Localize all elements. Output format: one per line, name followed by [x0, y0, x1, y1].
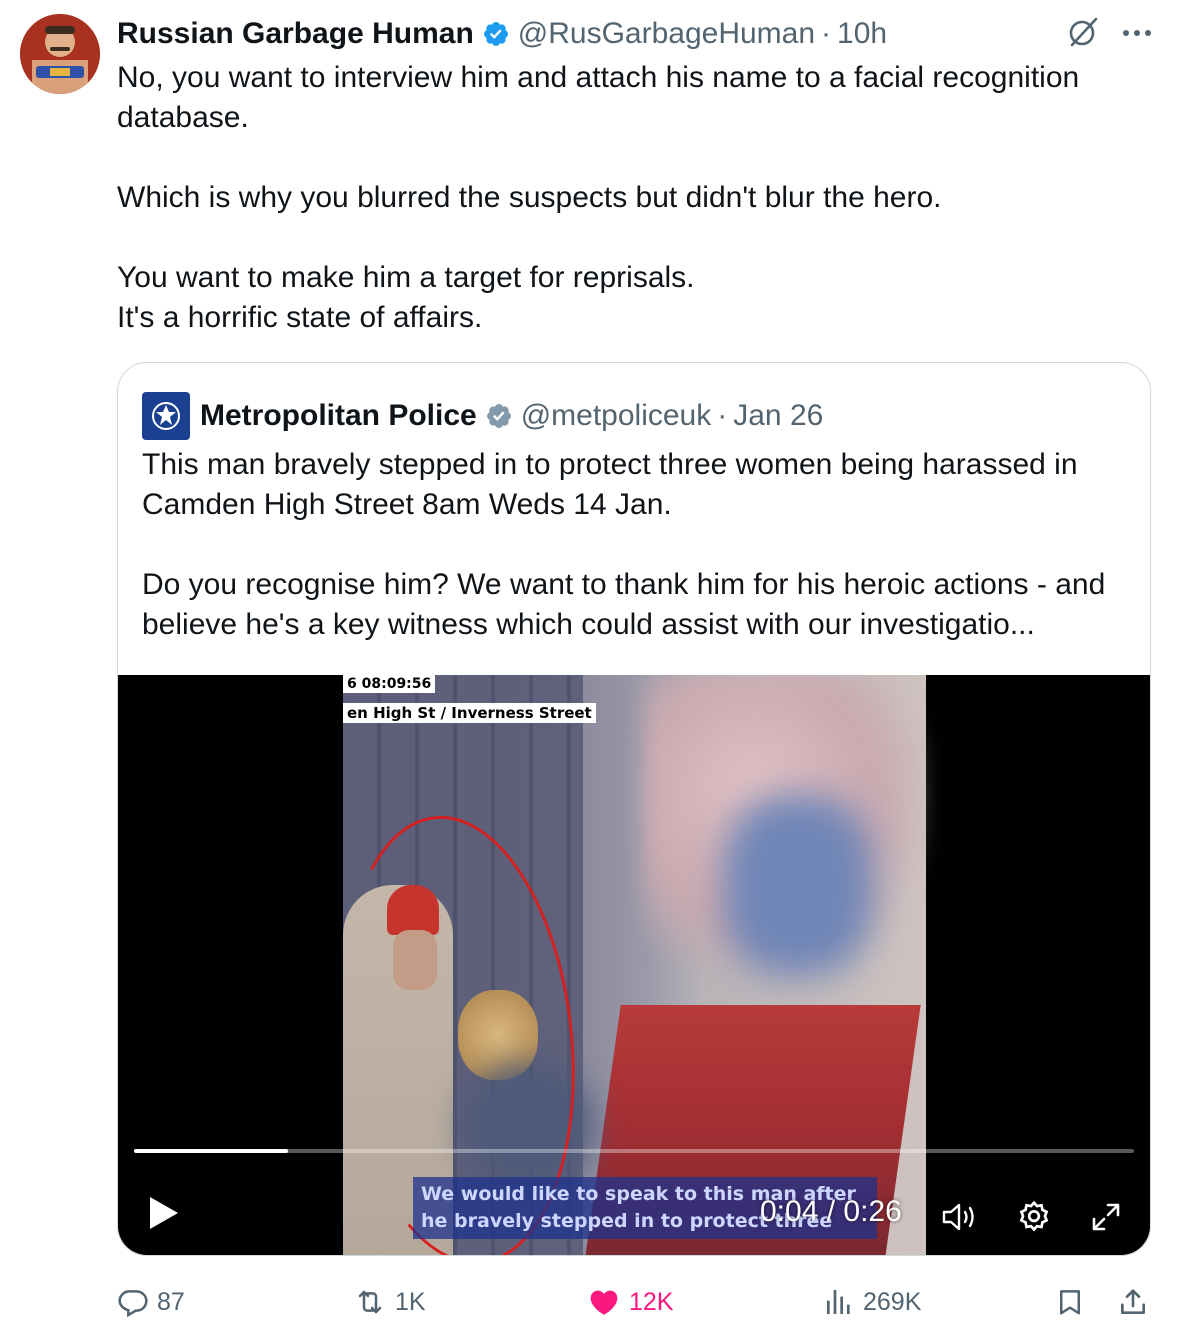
quoted-paragraph: This man bravely stepped in to protect t…: [142, 448, 1078, 521]
separator-dot: ·: [821, 17, 832, 50]
repost-button[interactable]: 1K: [353, 1282, 426, 1322]
author-name[interactable]: Russian Garbage Human: [117, 17, 474, 51]
author-avatar[interactable]: [20, 14, 100, 94]
share-button[interactable]: [1117, 1282, 1157, 1322]
views-button[interactable]: 269K: [823, 1282, 921, 1322]
tweet-paragraph: It's a horrific state of affairs.: [117, 301, 483, 334]
tweet-header: Russian Garbage Human @RusGarbageHuman ·…: [117, 14, 887, 54]
tweet-timestamp[interactable]: 10h: [837, 17, 887, 51]
quoted-tweet[interactable]: Metropolitan Police @metpoliceuk · Jan 2…: [117, 362, 1151, 1256]
bookmark-icon: [1060, 1290, 1080, 1315]
bookmark-button[interactable]: [1055, 1282, 1093, 1322]
quoted-author-name[interactable]: Metropolitan Police: [200, 399, 477, 433]
settings-icon[interactable]: [1014, 1197, 1054, 1237]
blurred-figure: [723, 795, 873, 975]
verified-badge-icon[interactable]: [482, 20, 510, 48]
quoted-tweet-date[interactable]: Jan 26: [733, 399, 823, 433]
quoted-paragraph: Do you recognise him? We want to thank h…: [142, 568, 1106, 641]
tweet-paragraph: You want to make him a target for repris…: [117, 261, 695, 294]
tweet-paragraph: No, you want to interview him and attach…: [117, 61, 1080, 134]
grok-icon[interactable]: [1066, 15, 1100, 54]
repost-count: 1K: [395, 1287, 426, 1316]
tweet-paragraph: Which is why you blurred the suspects bu…: [117, 181, 942, 214]
video-time: 0:04 / 0:26: [760, 1195, 902, 1228]
video-player[interactable]: 6 08:09:56 en High St / Inverness Street…: [118, 675, 1150, 1255]
tweet-actions: 87 1K 12K 269K: [117, 1282, 1157, 1322]
reply-icon: [118, 1290, 148, 1318]
repost-icon: [358, 1290, 382, 1314]
share-icon: [1121, 1289, 1145, 1314]
tweet-top-actions: [1066, 14, 1152, 54]
met-police-logo[interactable]: [142, 392, 190, 440]
cctv-location: en High St / Inverness Street: [343, 703, 596, 723]
reply-count: 87: [157, 1287, 185, 1316]
reply-button[interactable]: 87: [117, 1282, 185, 1322]
video-progress-fill: [134, 1149, 288, 1153]
views-count: 269K: [863, 1287, 922, 1316]
video-frame: [320, 675, 926, 1255]
separator-dot: ·: [717, 399, 728, 432]
volume-icon[interactable]: [940, 1197, 980, 1237]
quoted-tweet-text: This man bravely stepped in to protect t…: [142, 445, 1132, 645]
quoted-tweet-header: Metropolitan Police @metpoliceuk · Jan 2…: [142, 392, 823, 440]
views-icon: [827, 1290, 850, 1314]
author-handle[interactable]: @RusGarbageHuman: [518, 17, 815, 51]
like-button[interactable]: 12K: [587, 1282, 673, 1322]
video-progress-bar[interactable]: [134, 1149, 1134, 1153]
verified-badge-icon[interactable]: [485, 402, 513, 430]
tweet-text: No, you want to interview him and attach…: [117, 58, 1127, 338]
cctv-timestamp: 6 08:09:56: [343, 675, 436, 693]
like-count: 12K: [629, 1287, 674, 1316]
more-icon[interactable]: [1122, 25, 1152, 43]
play-icon[interactable]: [146, 1193, 182, 1233]
fullscreen-icon[interactable]: [1086, 1197, 1126, 1237]
like-icon: [590, 1290, 618, 1315]
quoted-author-handle[interactable]: @metpoliceuk: [521, 399, 712, 433]
